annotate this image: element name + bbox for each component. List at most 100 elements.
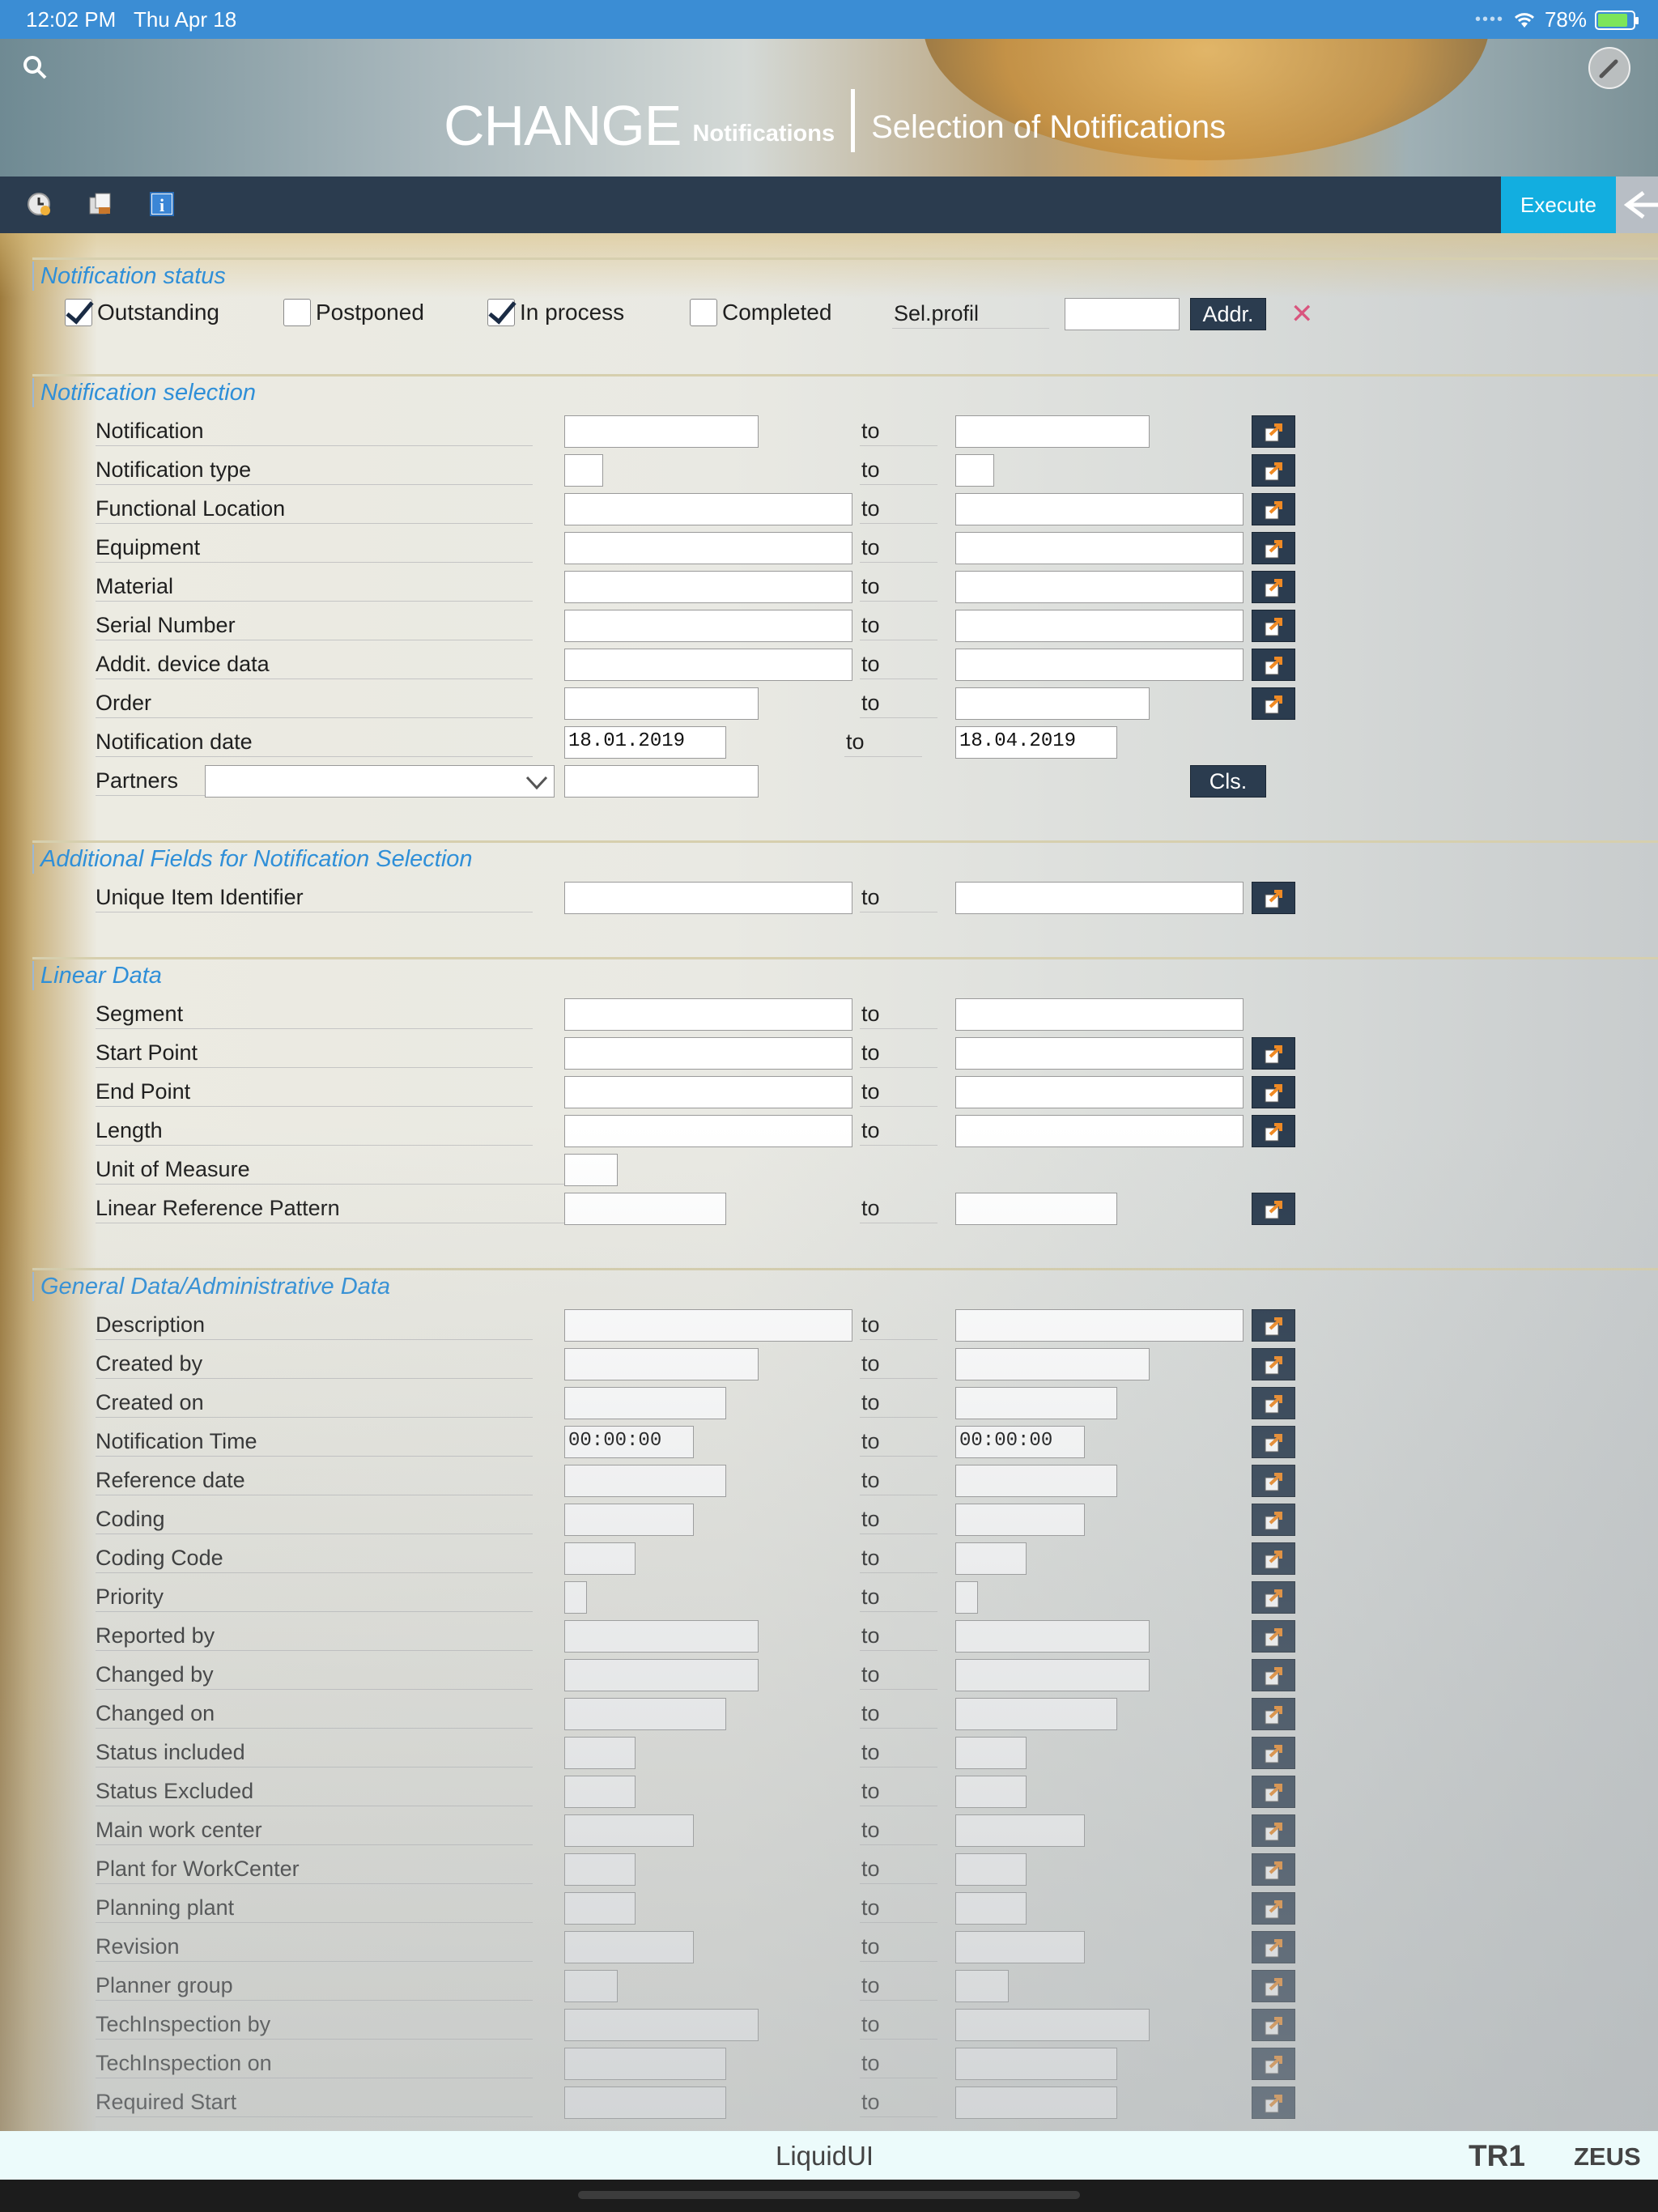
notification-type-multiple-selection-button[interactable] bbox=[1252, 454, 1295, 487]
notification-date-from-input[interactable]: 18.01.2019 bbox=[564, 726, 726, 759]
unique-item-identifier-from-input[interactable] bbox=[564, 882, 852, 914]
equipment-multiple-selection-button[interactable] bbox=[1252, 532, 1295, 564]
priority-multiple-selection-button[interactable] bbox=[1252, 1581, 1295, 1614]
search-icon[interactable] bbox=[21, 53, 49, 81]
plant-for-workcenter-to-input[interactable] bbox=[955, 1853, 1027, 1886]
techinspection-by-multiple-selection-button[interactable] bbox=[1252, 2009, 1295, 2041]
functional-location-from-input[interactable] bbox=[564, 493, 852, 525]
length-from-input[interactable] bbox=[564, 1115, 852, 1147]
notification-type-from-input[interactable] bbox=[564, 454, 603, 487]
completed-checkbox[interactable] bbox=[690, 299, 717, 326]
segment-to-input[interactable] bbox=[955, 998, 1244, 1031]
postponed-checkbox[interactable] bbox=[283, 299, 311, 326]
material-multiple-selection-button[interactable] bbox=[1252, 571, 1295, 603]
created-on-from-input[interactable] bbox=[564, 1387, 726, 1419]
reported-by-to-input[interactable] bbox=[955, 1620, 1150, 1653]
end-point-to-input[interactable] bbox=[955, 1076, 1244, 1108]
created-on-multiple-selection-button[interactable] bbox=[1252, 1387, 1295, 1419]
status-excluded-to-input[interactable] bbox=[955, 1776, 1027, 1808]
changed-on-from-input[interactable] bbox=[564, 1698, 726, 1730]
priority-from-input[interactable] bbox=[564, 1581, 587, 1614]
functional-location-to-input[interactable] bbox=[955, 493, 1244, 525]
reported-by-multiple-selection-button[interactable] bbox=[1252, 1620, 1295, 1653]
copy-icon[interactable] bbox=[87, 191, 113, 217]
plant-for-workcenter-multiple-selection-button[interactable] bbox=[1252, 1853, 1295, 1886]
unit-of-measure-from-input[interactable] bbox=[564, 1154, 618, 1186]
main-work-center-to-input[interactable] bbox=[955, 1814, 1085, 1847]
created-by-from-input[interactable] bbox=[564, 1348, 759, 1380]
length-to-input[interactable] bbox=[955, 1115, 1244, 1147]
description-from-input[interactable] bbox=[564, 1309, 852, 1342]
created-by-multiple-selection-button[interactable] bbox=[1252, 1348, 1295, 1380]
segment-from-input[interactable] bbox=[564, 998, 852, 1031]
serial-number-from-input[interactable] bbox=[564, 610, 852, 642]
coding-code-multiple-selection-button[interactable] bbox=[1252, 1542, 1295, 1575]
material-to-input[interactable] bbox=[955, 571, 1244, 603]
status-excluded-multiple-selection-button[interactable] bbox=[1252, 1776, 1295, 1808]
planning-plant-to-input[interactable] bbox=[955, 1892, 1027, 1925]
status-included-from-input[interactable] bbox=[564, 1737, 636, 1769]
notification-type-to-input[interactable] bbox=[955, 454, 994, 487]
serial-number-to-input[interactable] bbox=[955, 610, 1244, 642]
info-icon[interactable]: i bbox=[149, 191, 175, 217]
techinspection-by-to-input[interactable] bbox=[955, 2009, 1150, 2041]
coding-from-input[interactable] bbox=[564, 1504, 694, 1536]
status-included-multiple-selection-button[interactable] bbox=[1252, 1737, 1295, 1769]
length-multiple-selection-button[interactable] bbox=[1252, 1115, 1295, 1147]
execute-button[interactable]: Execute bbox=[1501, 177, 1616, 233]
changed-by-to-input[interactable] bbox=[955, 1659, 1150, 1691]
description-to-input[interactable] bbox=[955, 1309, 1244, 1342]
linear-reference-pattern-from-input[interactable] bbox=[564, 1193, 726, 1225]
planner-group-multiple-selection-button[interactable] bbox=[1252, 1970, 1295, 2002]
clock-icon[interactable] bbox=[26, 191, 52, 217]
notification-multiple-selection-button[interactable] bbox=[1252, 415, 1295, 448]
material-from-input[interactable] bbox=[564, 571, 852, 603]
techinspection-by-from-input[interactable] bbox=[564, 2009, 759, 2041]
notification-time-from-input[interactable]: 00:00:00 bbox=[564, 1426, 694, 1458]
created-by-to-input[interactable] bbox=[955, 1348, 1150, 1380]
coding-code-to-input[interactable] bbox=[955, 1542, 1027, 1575]
required-start-multiple-selection-button[interactable] bbox=[1252, 2087, 1295, 2119]
notification-date-to-input[interactable]: 18.04.2019 bbox=[955, 726, 1117, 759]
created-on-to-input[interactable] bbox=[955, 1387, 1117, 1419]
partners-role-select[interactable] bbox=[205, 765, 555, 798]
revision-multiple-selection-button[interactable] bbox=[1252, 1931, 1295, 1963]
notification-from-input[interactable] bbox=[564, 415, 759, 448]
changed-by-from-input[interactable] bbox=[564, 1659, 759, 1691]
partners-from-input[interactable] bbox=[564, 765, 759, 798]
start-point-to-input[interactable] bbox=[955, 1037, 1244, 1070]
close-icon[interactable]: ✕ bbox=[1290, 300, 1314, 328]
required-start-to-input[interactable] bbox=[955, 2087, 1117, 2119]
planner-group-to-input[interactable] bbox=[955, 1970, 1009, 2002]
planning-plant-from-input[interactable] bbox=[564, 1892, 636, 1925]
coding-code-from-input[interactable] bbox=[564, 1542, 636, 1575]
reference-date-multiple-selection-button[interactable] bbox=[1252, 1465, 1295, 1497]
addit-device-data-to-input[interactable] bbox=[955, 649, 1244, 681]
equipment-from-input[interactable] bbox=[564, 532, 852, 564]
start-point-multiple-selection-button[interactable] bbox=[1252, 1037, 1295, 1070]
techinspection-on-from-input[interactable] bbox=[564, 2048, 726, 2080]
revision-from-input[interactable] bbox=[564, 1931, 694, 1963]
notification-to-input[interactable] bbox=[955, 415, 1150, 448]
linear-reference-pattern-multiple-selection-button[interactable] bbox=[1252, 1193, 1295, 1225]
unique-item-identifier-to-input[interactable] bbox=[955, 882, 1244, 914]
status-included-to-input[interactable] bbox=[955, 1737, 1027, 1769]
order-to-input[interactable] bbox=[955, 687, 1150, 720]
serial-number-multiple-selection-button[interactable] bbox=[1252, 610, 1295, 642]
priority-to-input[interactable] bbox=[955, 1581, 978, 1614]
required-start-from-input[interactable] bbox=[564, 2087, 726, 2119]
order-multiple-selection-button[interactable] bbox=[1252, 687, 1295, 720]
techinspection-on-to-input[interactable] bbox=[955, 2048, 1117, 2080]
notification-time-to-input[interactable]: 00:00:00 bbox=[955, 1426, 1085, 1458]
notification-time-multiple-selection-button[interactable] bbox=[1252, 1426, 1295, 1458]
changed-on-to-input[interactable] bbox=[955, 1698, 1117, 1730]
techinspection-on-multiple-selection-button[interactable] bbox=[1252, 2048, 1295, 2080]
cls-button[interactable]: Cls. bbox=[1190, 765, 1266, 798]
selprofil-input[interactable] bbox=[1065, 298, 1180, 330]
in-process-checkbox[interactable] bbox=[487, 299, 515, 326]
changed-by-multiple-selection-button[interactable] bbox=[1252, 1659, 1295, 1691]
main-work-center-from-input[interactable] bbox=[564, 1814, 694, 1847]
equipment-to-input[interactable] bbox=[955, 532, 1244, 564]
addit-device-data-from-input[interactable] bbox=[564, 649, 852, 681]
coding-multiple-selection-button[interactable] bbox=[1252, 1504, 1295, 1536]
